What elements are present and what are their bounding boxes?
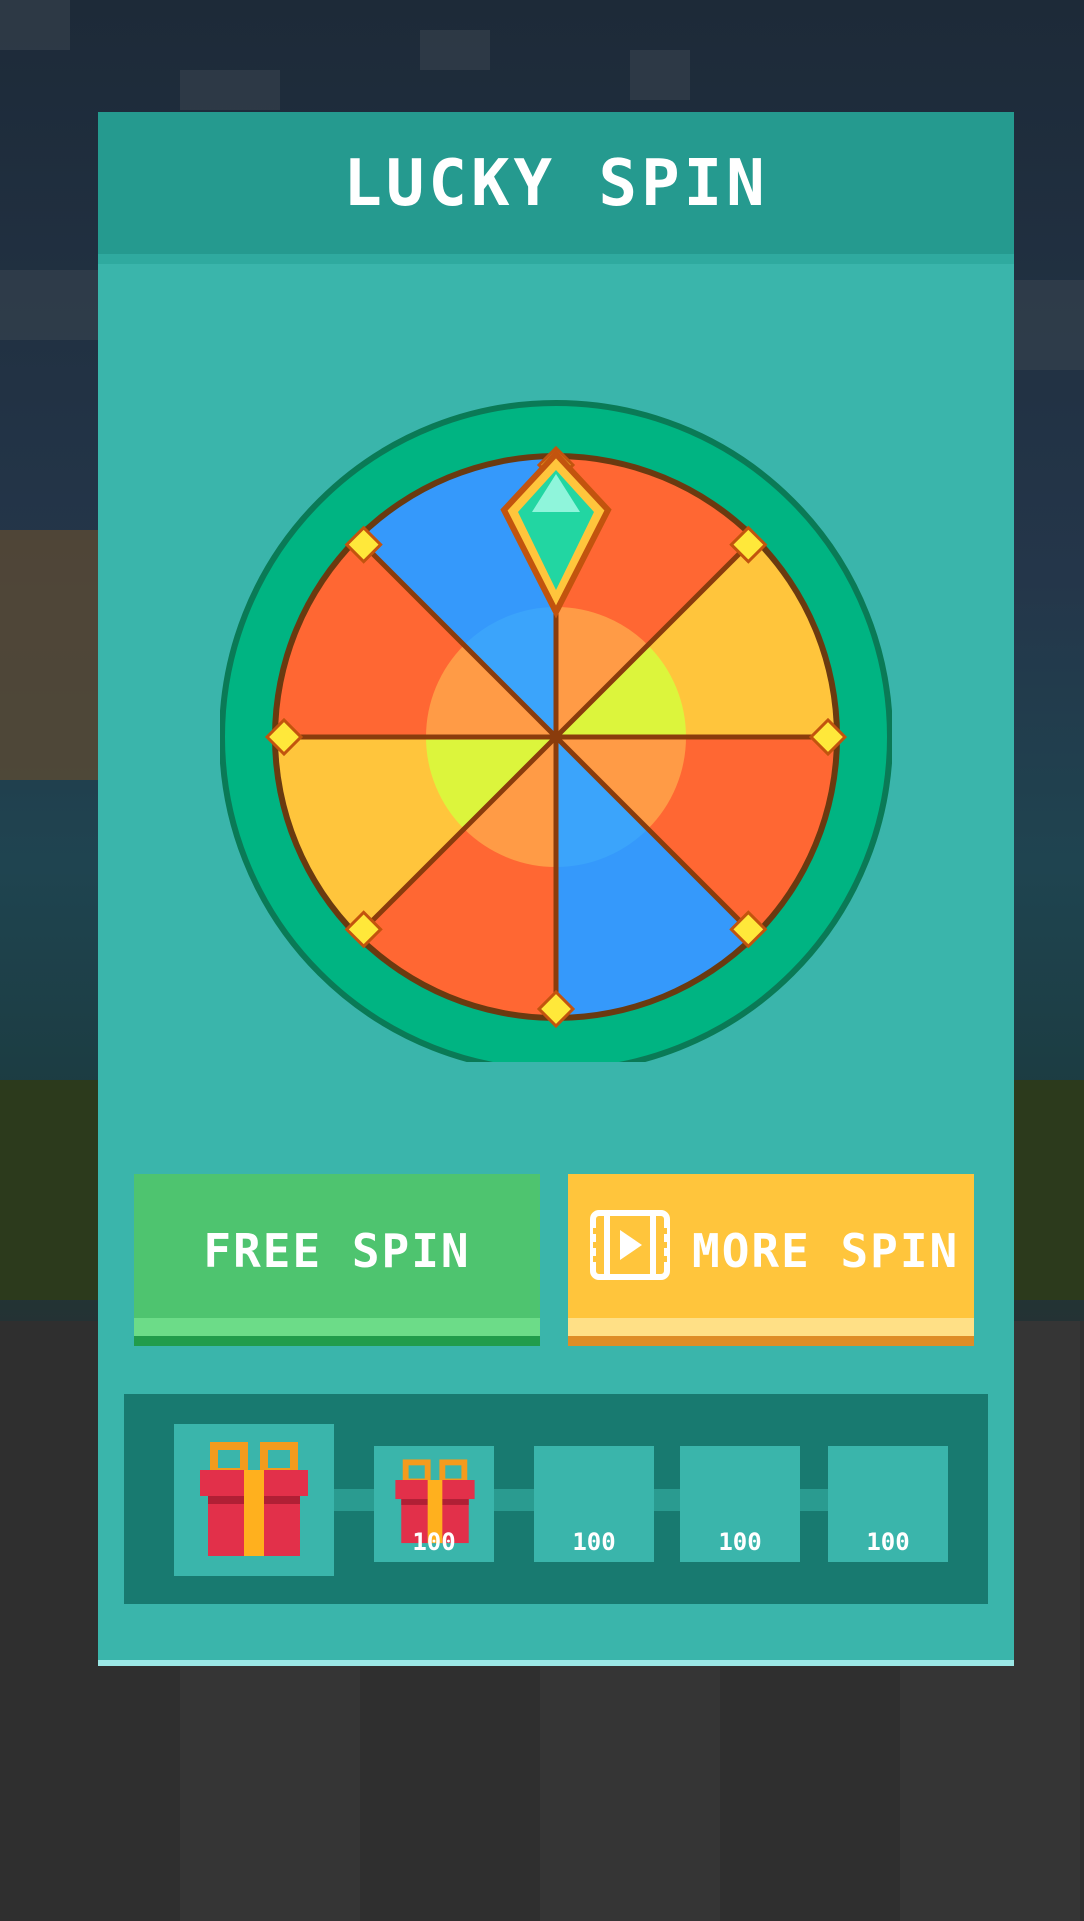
more-spin-button[interactable]: MORE SPIN bbox=[568, 1174, 974, 1336]
free-spin-button[interactable]: FREE SPIN bbox=[134, 1174, 540, 1336]
panel-title: LUCKY SPIN bbox=[343, 147, 769, 221]
reward-progress-track: 100 100 100 100 bbox=[124, 1394, 988, 1604]
background-cloud bbox=[420, 30, 490, 70]
reward-slot[interactable]: 100 bbox=[534, 1446, 654, 1562]
reward-slot[interactable]: 100 bbox=[374, 1446, 494, 1562]
spin-wheel[interactable] bbox=[220, 342, 892, 1062]
reward-value: 100 bbox=[866, 1528, 910, 1556]
background-grass bbox=[0, 1080, 110, 1300]
background-cloud bbox=[630, 50, 690, 100]
background-cloud bbox=[0, 0, 70, 50]
reward-slot[interactable]: 100 bbox=[828, 1446, 948, 1562]
panel-header: LUCKY SPIN bbox=[98, 112, 1014, 264]
reward-value: 100 bbox=[572, 1528, 616, 1556]
more-spin-label: MORE SPIN bbox=[692, 1224, 960, 1278]
reward-slot-main[interactable] bbox=[174, 1424, 334, 1576]
background-house bbox=[0, 530, 100, 780]
video-icon bbox=[590, 1210, 670, 1280]
background-cloud bbox=[180, 70, 280, 110]
free-spin-label: FREE SPIN bbox=[203, 1224, 471, 1278]
reward-value: 100 bbox=[412, 1528, 456, 1556]
reward-slot[interactable]: 100 bbox=[680, 1446, 800, 1562]
background-cloud bbox=[1014, 280, 1084, 370]
gift-icon bbox=[200, 1442, 308, 1556]
lucky-spin-panel: LUCKY SPIN FREE SPIN MORE SPIN 100 100 1… bbox=[98, 112, 1014, 1660]
reward-value: 100 bbox=[718, 1528, 762, 1556]
background-cloud bbox=[0, 270, 100, 340]
